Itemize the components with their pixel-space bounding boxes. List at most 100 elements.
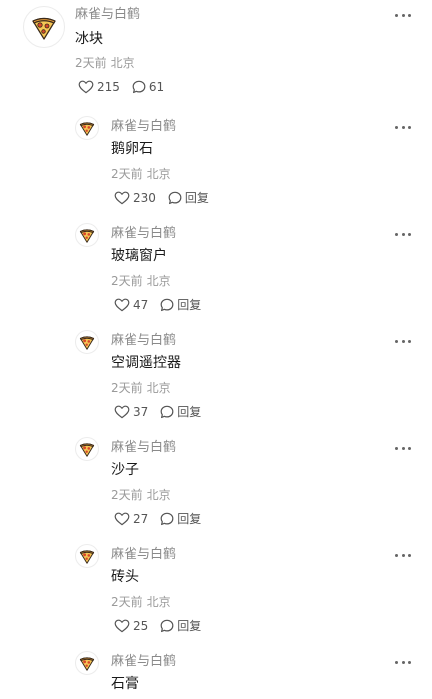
comment-text: 冰块	[75, 31, 103, 47]
reply-button[interactable]: 回复	[160, 512, 201, 526]
comment-time: 2天前	[111, 274, 143, 288]
avatar[interactable]	[23, 6, 65, 48]
author-name[interactable]: 麻雀与白鹤	[111, 226, 176, 242]
like-count: 25	[133, 619, 149, 633]
like-button[interactable]: 27	[114, 512, 148, 526]
pizza-icon	[32, 17, 56, 40]
reply-item: 麻雀与白鹤 空调遥控器 2天前 北京 37 回复	[0, 326, 432, 430]
like-count: 27	[133, 512, 149, 526]
heart-outline-icon	[114, 298, 130, 312]
avatar[interactable]	[75, 544, 99, 568]
comment-time: 2天前	[75, 56, 107, 70]
reply-count-button[interactable]: 61	[132, 80, 164, 94]
pizza-icon	[79, 657, 95, 671]
reply-item: 麻雀与白鹤 砖头 2天前 北京 25 回复	[0, 540, 432, 644]
reply-button[interactable]: 回复	[168, 191, 209, 205]
reply-item: 麻雀与白鹤 玻璃窗户 2天前 北京 47 回复	[0, 219, 432, 323]
author-name[interactable]: 麻雀与白鹤	[111, 333, 176, 349]
author-name[interactable]: 麻雀与白鹤	[75, 7, 140, 23]
comment-meta: 2天前 北京	[111, 274, 171, 288]
comment-actions: 47 回复	[114, 298, 201, 312]
reply-label: 回复	[177, 298, 202, 312]
avatar[interactable]	[75, 116, 99, 140]
comment-feed: 麻雀与白鹤 冰块 2天前 北京 215 61 麻雀与白鹤 鹅卵石 2天前 北京 …	[0, 0, 432, 699]
speech-bubble-icon	[160, 298, 174, 312]
like-button[interactable]: 47	[114, 298, 148, 312]
comment-location: 北京	[146, 595, 171, 609]
more-dots-icon[interactable]	[395, 232, 411, 236]
more-dots-icon[interactable]	[395, 125, 411, 129]
comment-location: 北京	[110, 56, 135, 70]
comment-location: 北京	[146, 274, 171, 288]
more-dots-icon[interactable]	[395, 553, 411, 557]
comment-actions: 215 61	[78, 80, 164, 94]
heart-outline-icon	[78, 80, 94, 94]
reply-item: 麻雀与白鹤 沙子 2天前 北京 27 回复	[0, 433, 432, 537]
reply-count: 61	[148, 80, 165, 94]
like-count: 37	[133, 405, 149, 419]
reply-button[interactable]: 回复	[160, 619, 201, 633]
like-count: 215	[97, 80, 120, 94]
pizza-icon	[79, 229, 95, 243]
comment-text: 鹅卵石	[111, 141, 153, 157]
comment-actions: 25 回复	[114, 619, 201, 633]
comment-text: 石膏	[111, 676, 139, 692]
reply-label: 回复	[184, 191, 209, 205]
like-count: 230	[133, 191, 156, 205]
like-button[interactable]: 215	[78, 80, 120, 94]
avatar[interactable]	[75, 223, 99, 247]
comment-actions: 37 回复	[114, 405, 201, 419]
pizza-icon	[79, 122, 95, 136]
more-dots-icon[interactable]	[395, 339, 411, 343]
author-name[interactable]: 麻雀与白鹤	[111, 119, 176, 135]
comment-location: 北京	[146, 488, 171, 502]
heart-outline-icon	[114, 512, 130, 526]
more-dots-icon[interactable]	[395, 446, 411, 450]
comment-time: 2天前	[111, 167, 143, 181]
author-name[interactable]: 麻雀与白鹤	[111, 440, 176, 456]
comment-text: 砖头	[111, 569, 139, 585]
comment-text: 空调遥控器	[111, 355, 181, 371]
comment-meta: 2天前 北京	[111, 167, 171, 181]
comment-meta: 2天前 北京	[75, 56, 135, 70]
speech-bubble-icon	[168, 191, 182, 205]
reply-label: 回复	[177, 619, 202, 633]
comment-time: 2天前	[111, 381, 143, 395]
avatar[interactable]	[75, 651, 99, 675]
reply-label: 回复	[177, 512, 202, 526]
reply-item: 麻雀与白鹤 鹅卵石 2天前 北京 230 回复	[0, 112, 432, 216]
more-dots-icon[interactable]	[395, 660, 411, 664]
pizza-icon	[79, 550, 95, 564]
reply-item: 麻雀与白鹤 石膏	[0, 647, 432, 699]
more-dots-icon[interactable]	[395, 13, 411, 17]
heart-outline-icon	[114, 619, 130, 633]
comment-actions: 230 回复	[114, 191, 209, 205]
like-button[interactable]: 25	[114, 619, 148, 633]
heart-outline-icon	[114, 405, 130, 419]
speech-bubble-icon	[160, 619, 174, 633]
comment-time: 2天前	[111, 488, 143, 502]
heart-outline-icon	[114, 191, 130, 205]
like-button[interactable]: 230	[114, 191, 156, 205]
comment-text: 沙子	[111, 462, 139, 478]
reply-button[interactable]: 回复	[160, 405, 201, 419]
reply-button[interactable]: 回复	[160, 298, 201, 312]
comment-meta: 2天前 北京	[111, 488, 171, 502]
speech-bubble-icon	[160, 405, 174, 419]
author-name[interactable]: 麻雀与白鹤	[111, 547, 176, 563]
comment-meta: 2天前 北京	[111, 381, 171, 395]
speech-bubble-icon	[132, 80, 146, 94]
pizza-icon	[79, 443, 95, 457]
comment-location: 北京	[146, 381, 171, 395]
comment-meta: 2天前 北京	[111, 595, 171, 609]
comment-actions: 27 回复	[114, 512, 201, 526]
comment-text: 玻璃窗户	[111, 248, 167, 264]
author-name[interactable]: 麻雀与白鹤	[111, 654, 176, 670]
reply-label: 回复	[177, 405, 202, 419]
avatar[interactable]	[75, 437, 99, 461]
like-button[interactable]: 37	[114, 405, 148, 419]
avatar[interactable]	[75, 330, 99, 354]
like-count: 47	[133, 298, 149, 312]
comment-item: 麻雀与白鹤 冰块 2天前 北京 215 61	[0, 0, 432, 108]
speech-bubble-icon	[160, 512, 174, 526]
